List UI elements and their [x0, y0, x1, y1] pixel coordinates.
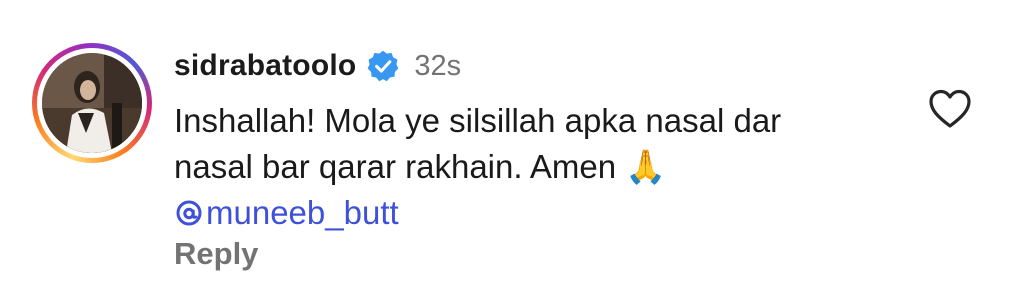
reply-button[interactable]: Reply — [174, 236, 258, 272]
comment-header: sidrabatoolo 32s — [174, 44, 461, 88]
mention-username: muneeb_butt — [206, 194, 399, 231]
verified-badge-icon — [366, 49, 400, 83]
comment-text: Inshallah! Mola ye silsillah apka nasal … — [174, 98, 894, 240]
heart-outline-icon[interactable] — [928, 88, 972, 130]
comment-text-line-1: Inshallah! Mola ye silsillah apka nasal … — [174, 102, 782, 139]
comment-text-line-2-words: nasal bar qarar rakhain. Amen — [174, 148, 617, 185]
comment-timestamp: 32s — [414, 49, 462, 82]
avatar-photo — [42, 53, 142, 153]
threads-at-icon — [176, 200, 202, 226]
avatar[interactable] — [42, 53, 142, 153]
avatar-story-ring[interactable] — [32, 43, 152, 163]
comment-text-line-2: nasal bar qarar rakhain. Amen 🙏 — [174, 144, 894, 190]
mention-link[interactable]: muneeb_butt — [174, 190, 399, 236]
avatar-ring-gap — [37, 48, 147, 158]
username-link[interactable]: sidrabatoolo — [174, 49, 356, 83]
comment-item: sidrabatoolo 32s Inshallah! Mola ye sils… — [0, 0, 1024, 294]
folded-hands-emoji: 🙏 — [625, 147, 667, 186]
comment-mention-line: muneeb_butt — [174, 190, 894, 240]
